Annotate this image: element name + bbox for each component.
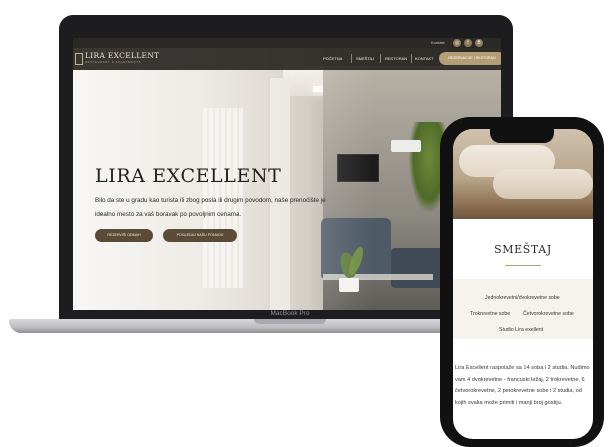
- instagram-icon[interactable]: ◎: [453, 39, 461, 47]
- facebook-icon[interactable]: f: [464, 39, 472, 47]
- room-type-triple[interactable]: Trokrevetne sobe: [470, 311, 510, 317]
- room-type-quadruple[interactable]: Četvorokrevetne sobe: [523, 311, 574, 317]
- nav-divider: [411, 54, 412, 63]
- phone-notch: [490, 129, 554, 143]
- book-now-button[interactable]: REZERVIŠI ODMAH: [95, 229, 153, 242]
- hero-text: Bilo da ste u gradu kao turista ili zbog…: [95, 197, 326, 218]
- topbar-contact-link[interactable]: Kontakt: [431, 40, 445, 45]
- room-type-studio[interactable]: Studio Lira exellent: [499, 327, 543, 333]
- laptop-hinge-notch: [254, 319, 326, 324]
- booking-icon[interactable]: B: [475, 39, 483, 47]
- laptop-brand-label: MacBook Pro: [270, 310, 310, 317]
- logo-icon[interactable]: [75, 53, 83, 65]
- nav-home[interactable]: POČETNA: [323, 56, 342, 61]
- accommodation-heading: SMEŠTAJ: [494, 243, 552, 256]
- nav-accommodation[interactable]: SMEŠTAJ: [356, 56, 374, 61]
- accommodation-description: Lira Excellent raspolaže sa 14 soba i 2 …: [455, 365, 590, 406]
- hero-title: LIRA EXCELLENT: [95, 165, 282, 187]
- heading-divider: [505, 265, 541, 266]
- nav-contact[interactable]: KONTAKT: [415, 56, 434, 61]
- room-type-single-double[interactable]: Jednokrevetni/dvokrevetne sobe: [485, 295, 560, 301]
- reservation-button[interactable]: REZERVACIJE | RESTORAN: [439, 52, 501, 65]
- nav-restaurant[interactable]: RESTORAN: [385, 56, 407, 61]
- phone-screen: SMEŠTAJ Jednokrevetni/dvokrevetne sobe T…: [453, 129, 593, 439]
- nav-divider: [351, 54, 352, 63]
- logo-subtitle: RESTAURANT & APARTMENTS: [85, 61, 142, 64]
- nav-divider: [380, 54, 381, 63]
- towel-photo-roll: [493, 169, 593, 199]
- logo-title[interactable]: LIRA EXCELLENT: [85, 51, 160, 60]
- laptop-screen: Kontakt ◎ f B LIRA EXCELLENT RESTAURANT …: [73, 38, 501, 310]
- view-offer-button[interactable]: POGLEDAJ NAŠU PONUDU: [163, 229, 237, 242]
